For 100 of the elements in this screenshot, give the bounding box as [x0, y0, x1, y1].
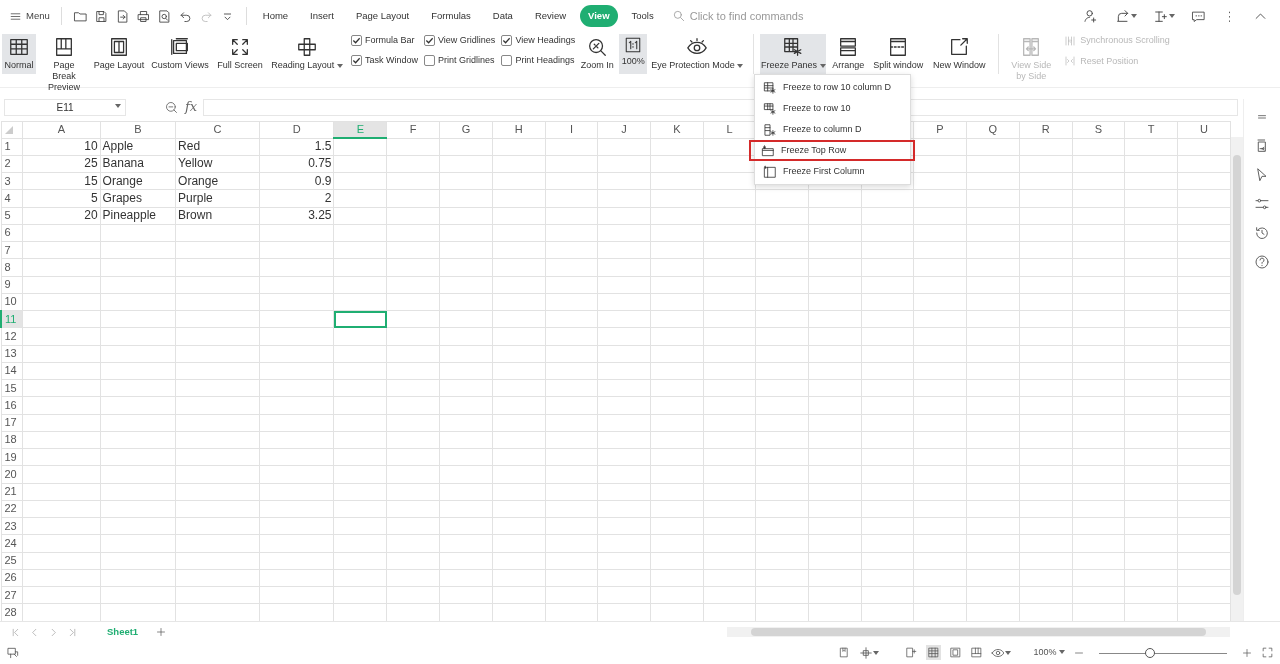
ribbon-button[interactable]: 100%	[619, 34, 648, 74]
ribbon-button[interactable]: Eye Protection Mode	[650, 34, 745, 74]
ribbon-tab[interactable]: Insert	[302, 4, 342, 28]
checkbox-option[interactable]: Task Window	[351, 53, 418, 67]
column-header[interactable]: B	[100, 121, 176, 138]
column-header[interactable]: C	[175, 121, 260, 138]
ribbon-button[interactable]: New Window	[929, 34, 990, 74]
ribbon-tab[interactable]: Tools	[623, 4, 662, 28]
table-cell: Grapes	[100, 189, 176, 207]
checkbox[interactable]	[501, 35, 513, 47]
column-header[interactable]: U	[1177, 121, 1231, 138]
ribbon-button[interactable]: Freeze Panes	[760, 34, 827, 74]
caret-icon	[873, 650, 880, 655]
comment-icon[interactable]	[1191, 8, 1206, 24]
active-cell[interactable]	[334, 310, 387, 328]
ribbon-button[interactable]: Full Screen	[214, 34, 266, 74]
freeze-rows-icon	[763, 101, 777, 116]
checkbox[interactable]	[351, 54, 362, 66]
ribbon-button[interactable]: Custom Views	[149, 34, 211, 74]
name-box[interactable]: E11	[4, 98, 126, 116]
checkbox[interactable]	[424, 54, 435, 66]
horizontal-scrollbar[interactable]	[727, 627, 1230, 637]
fullscreen-icon[interactable]	[1261, 646, 1274, 659]
ribbon-button[interactable]: Zoom In	[578, 34, 617, 74]
table-cell: Brown	[175, 207, 260, 225]
zoom-level[interactable]: 100%	[1033, 645, 1065, 660]
column-header[interactable]: S	[1072, 121, 1125, 138]
checkbox[interactable]	[351, 35, 362, 47]
page-break-view-icon[interactable]	[905, 646, 919, 659]
normal-view-icon[interactable]	[927, 646, 941, 659]
column-header[interactable]: G	[439, 121, 493, 138]
table-cell: Yellow	[175, 155, 260, 173]
checkbox-option[interactable]: View Headings	[501, 34, 576, 48]
caret-icon	[1131, 14, 1137, 18]
column-header[interactable]: D	[259, 121, 334, 138]
table-cell: 5	[22, 189, 101, 207]
help-icon[interactable]	[1254, 254, 1270, 270]
menu-item[interactable]: Freeze First Column	[755, 161, 910, 182]
macro-icon[interactable]	[6, 645, 20, 660]
menu-button[interactable]: Menu	[6, 7, 53, 25]
table-cell: 10	[22, 138, 101, 156]
ribbon-tab[interactable]: Data	[484, 4, 521, 28]
ribbon-tab[interactable]: Review	[526, 4, 575, 28]
ribbon-button[interactable]: Normal	[2, 34, 36, 74]
crosshair-icon[interactable]	[859, 645, 874, 660]
caret-icon	[1059, 650, 1065, 655]
sliders-icon[interactable]	[1254, 196, 1270, 212]
page-layout-view-icon[interactable]	[949, 646, 963, 659]
zoom-slider[interactable]	[1099, 646, 1227, 659]
column-header[interactable]: T	[1124, 121, 1178, 138]
menu-item[interactable]: Freeze Top Row	[749, 140, 915, 161]
table-cell: Orange	[100, 172, 176, 190]
menu-item[interactable]: Freeze to column D	[755, 119, 910, 140]
table-cell: Red	[175, 138, 260, 156]
zoom-in-icon[interactable]	[1241, 646, 1253, 659]
task-icon[interactable]	[1153, 8, 1169, 24]
menu-item[interactable]: Freeze to row 10	[755, 98, 910, 119]
ribbon-button[interactable]: Reading Layout	[269, 34, 345, 74]
freeze-column-icon	[763, 122, 777, 137]
column-header[interactable]: R	[1019, 121, 1072, 138]
share-icon[interactable]	[1115, 8, 1131, 24]
ribbon-tab[interactable]: Home	[254, 4, 297, 28]
caret-icon	[1005, 650, 1012, 655]
grid-icon	[8, 36, 30, 58]
ribbon-button[interactable]: Page Break Preview	[39, 34, 89, 95]
table-cell: 0.75	[259, 155, 334, 173]
search-icon[interactable]	[671, 9, 686, 23]
ribbon-button[interactable]: Split window	[870, 34, 927, 74]
ribbon-button[interactable]: Page Layout	[92, 34, 146, 74]
checkbox-option[interactable]: Formula Bar	[351, 34, 418, 48]
checkbox[interactable]	[424, 35, 435, 47]
column-header[interactable]: P	[913, 121, 967, 138]
table-cell: Banana	[100, 155, 176, 173]
add-user-icon[interactable]	[1083, 8, 1099, 24]
function-icon[interactable]: fx	[185, 97, 198, 117]
zoom-icon[interactable]	[164, 100, 179, 116]
ribbon-tab[interactable]: Page Layout	[347, 4, 418, 28]
freeze-grid-icon	[763, 80, 777, 95]
slider-thumb[interactable]	[1145, 647, 1156, 658]
column-header[interactable]: Q	[966, 121, 1020, 138]
ribbon-button[interactable]: Arrange	[829, 34, 868, 74]
column-header[interactable]: K	[650, 121, 704, 138]
history-icon[interactable]	[1254, 225, 1270, 241]
column-header[interactable]: A	[22, 121, 101, 138]
ribbon-tab[interactable]: Formulas	[423, 4, 479, 28]
checkbox-option[interactable]: Print Gridlines	[424, 53, 496, 67]
vertical-scrollbar[interactable]	[1231, 137, 1243, 621]
column-header[interactable]: I	[545, 121, 598, 138]
checkbox-option[interactable]: Print Headings	[501, 53, 576, 67]
table-cell: 20	[22, 207, 101, 225]
column-header[interactable]: H	[492, 121, 546, 138]
page-break-preview-icon[interactable]	[970, 646, 984, 659]
column-header[interactable]: L	[703, 121, 756, 138]
checkbox-option[interactable]: View Gridlines	[424, 34, 496, 48]
column-header[interactable]: F	[386, 121, 440, 138]
column-header[interactable]: J	[597, 121, 651, 138]
print-preview-icon	[156, 8, 172, 24]
sync-scroll-icon	[1064, 34, 1077, 47]
checkbox[interactable]	[501, 54, 513, 66]
menu-item[interactable]: Freeze to row 10 column D	[755, 77, 910, 98]
